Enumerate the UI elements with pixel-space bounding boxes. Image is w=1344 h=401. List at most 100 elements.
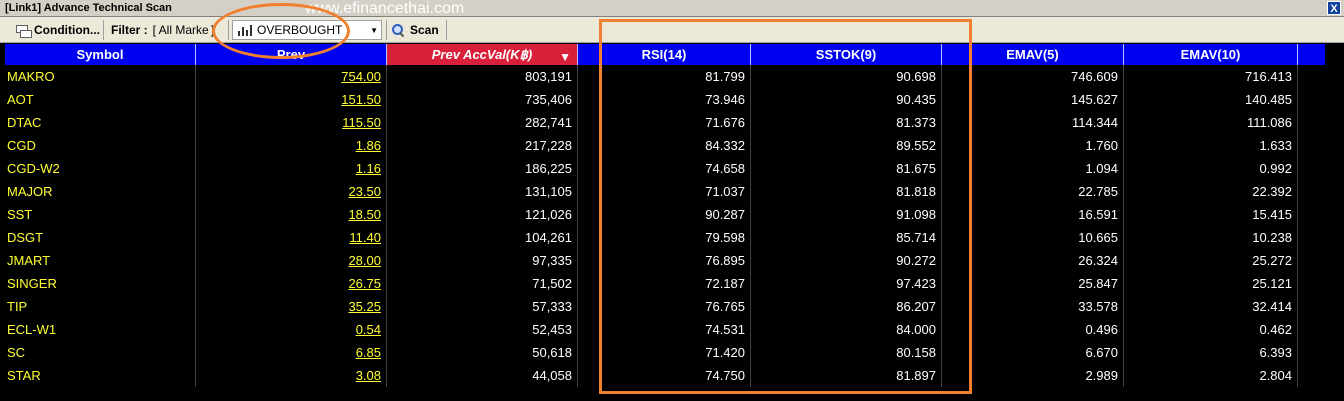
filter-value[interactable]: [ All Marke	[153, 23, 209, 37]
cell-sstok: 90.272	[751, 249, 942, 272]
column-header-emav10[interactable]: EMAV(10)	[1124, 44, 1298, 65]
chart-bars-icon	[237, 23, 253, 37]
column-header-rsi[interactable]: RSI(14)	[578, 44, 751, 65]
cell-emav10: 111.086	[1124, 111, 1298, 134]
cell-rsi: 72.187	[578, 272, 751, 295]
cell-symbol: TIP	[5, 295, 196, 318]
cell-emav10: 25.272	[1124, 249, 1298, 272]
column-header-prev[interactable]: Prev	[196, 44, 387, 65]
cell-symbol: SST	[5, 203, 196, 226]
cell-rsi: 81.799	[578, 65, 751, 88]
cell-prev[interactable]: 1.16	[196, 157, 387, 180]
cell-prev[interactable]: 35.25	[196, 295, 387, 318]
cell-rsi: 73.946	[578, 88, 751, 111]
cell-sstok: 86.207	[751, 295, 942, 318]
cell-emav5: 26.324	[942, 249, 1124, 272]
cell-prev[interactable]: 18.50	[196, 203, 387, 226]
cell-prev[interactable]: 754.00	[196, 65, 387, 88]
table-row[interactable]: SST 18.50 121,026 90.287 91.098 16.591 15.415	[5, 203, 1325, 226]
table-row[interactable]: MAKRO 754.00 803,191 81.799 90.698 746.609 716…	[5, 65, 1325, 88]
column-header-prev-accval[interactable]: Prev AccVal(K฿) ▼	[387, 44, 578, 65]
cell-emav5: 0.496	[942, 318, 1124, 341]
cell-prev[interactable]: 3.08	[196, 364, 387, 387]
table-row[interactable]: DTAC 115.50 282,741 71.676 81.373 114.344 111.…	[5, 111, 1325, 134]
column-header-sstok[interactable]: SSTOK(9)	[751, 44, 942, 65]
cell-symbol: DSGT	[5, 226, 196, 249]
cell-prev-accval: 121,026	[387, 203, 578, 226]
toolbar-separator	[446, 20, 447, 40]
table-row[interactable]: STAR 3.08 44,058 74.750 81.897 2.989 2.804	[5, 364, 1325, 387]
cell-emav5: 33.578	[942, 295, 1124, 318]
cell-emav5: 1.094	[942, 157, 1124, 180]
table-row[interactable]: AOT 151.50 735,406 73.946 90.435 145.627 140.4…	[5, 88, 1325, 111]
cell-rsi: 79.598	[578, 226, 751, 249]
cell-rsi: 76.765	[578, 295, 751, 318]
cell-sstok: 81.373	[751, 111, 942, 134]
table-row[interactable]: CGD 1.86 217,228 84.332 89.552 1.760 1.633	[5, 134, 1325, 157]
cell-emav5: 22.785	[942, 180, 1124, 203]
cell-prev[interactable]: 23.50	[196, 180, 387, 203]
cell-prev[interactable]: 26.75	[196, 272, 387, 295]
cell-emav5: 1.760	[942, 134, 1124, 157]
search-icon	[392, 24, 405, 38]
cell-prev-accval: 217,228	[387, 134, 578, 157]
cell-sstok: 81.897	[751, 364, 942, 387]
cell-emav10: 0.462	[1124, 318, 1298, 341]
condition-button[interactable]: Condition...	[14, 20, 100, 40]
table-row[interactable]: SINGER 26.75 71,502 72.187 97.423 25.847 25.12…	[5, 272, 1325, 295]
column-header-emav5[interactable]: EMAV(5)	[942, 44, 1124, 65]
table-row[interactable]: ECL-W1 0.54 52,453 74.531 84.000 0.496 0.462	[5, 318, 1325, 341]
cell-prev[interactable]: 1.86	[196, 134, 387, 157]
sort-descending-icon: ▼	[559, 50, 571, 64]
cell-symbol: DTAC	[5, 111, 196, 134]
cell-emav10: 1.633	[1124, 134, 1298, 157]
cell-emav10: 10.238	[1124, 226, 1298, 249]
table-row[interactable]: SC 6.85 50,618 71.420 80.158 6.670 6.393	[5, 341, 1325, 364]
cell-rsi: 71.420	[578, 341, 751, 364]
cell-prev[interactable]: 115.50	[196, 111, 387, 134]
cell-emav5: 114.344	[942, 111, 1124, 134]
cell-prev[interactable]: 28.00	[196, 249, 387, 272]
cell-emav5: 25.847	[942, 272, 1124, 295]
cell-emav5: 746.609	[942, 65, 1124, 88]
cell-prev-accval: 735,406	[387, 88, 578, 111]
cell-prev-accval: 131,105	[387, 180, 578, 203]
table-row[interactable]: JMART 28.00 97,335 76.895 90.272 26.324 25.272	[5, 249, 1325, 272]
dropdown-arrow-icon[interactable]: ▼	[370, 26, 378, 35]
cell-prev[interactable]: 0.54	[196, 318, 387, 341]
cell-prev[interactable]: 6.85	[196, 341, 387, 364]
cell-sstok: 97.423	[751, 272, 942, 295]
condition-icon	[14, 23, 32, 38]
cell-emav10: 32.414	[1124, 295, 1298, 318]
toolbar-separator	[103, 20, 104, 40]
table-row[interactable]: TIP 35.25 57,333 76.765 86.207 33.578 32.414	[5, 295, 1325, 318]
window-titlebar: [Link1] Advance Technical Scan www.efina…	[0, 0, 1344, 17]
cell-rsi: 74.531	[578, 318, 751, 341]
cell-prev[interactable]: 11.40	[196, 226, 387, 249]
window-title: [Link1] Advance Technical Scan	[5, 2, 172, 14]
cell-emav5: 10.665	[942, 226, 1124, 249]
table-row[interactable]: DSGT 11.40 104,261 79.598 85.714 10.665 10.238	[5, 226, 1325, 249]
cell-prev-accval: 44,058	[387, 364, 578, 387]
column-header-symbol[interactable]: Symbol	[5, 44, 196, 65]
scan-type-select[interactable]: OVERBOUGHT ▼	[232, 20, 382, 40]
table-body: MAKRO 754.00 803,191 81.799 90.698 746.609 716…	[5, 65, 1325, 387]
toolbar: Condition... Filter : [ All Marke ] OVER…	[0, 17, 1344, 43]
cell-symbol: CGD	[5, 134, 196, 157]
table-row[interactable]: MAJOR 23.50 131,105 71.037 81.818 22.785 22.39…	[5, 180, 1325, 203]
column-header-prev-accval-label: Prev AccVal(K฿)	[431, 47, 533, 62]
scan-button[interactable]: Scan	[392, 20, 439, 40]
cell-prev[interactable]: 151.50	[196, 88, 387, 111]
table-header: Symbol Prev Prev AccVal(K฿) ▼ RSI(14) SS…	[5, 44, 1325, 65]
close-button[interactable]: X	[1327, 1, 1341, 15]
cell-rsi: 76.895	[578, 249, 751, 272]
cell-emav10: 0.992	[1124, 157, 1298, 180]
cell-emav5: 2.989	[942, 364, 1124, 387]
cell-emav5: 16.591	[942, 203, 1124, 226]
filter-group[interactable]: Filter : [ All Marke ]	[111, 20, 214, 40]
cell-sstok: 89.552	[751, 134, 942, 157]
cell-symbol: AOT	[5, 88, 196, 111]
cell-symbol: STAR	[5, 364, 196, 387]
cell-rsi: 71.037	[578, 180, 751, 203]
table-row[interactable]: CGD-W2 1.16 186,225 74.658 81.675 1.094 0.992	[5, 157, 1325, 180]
